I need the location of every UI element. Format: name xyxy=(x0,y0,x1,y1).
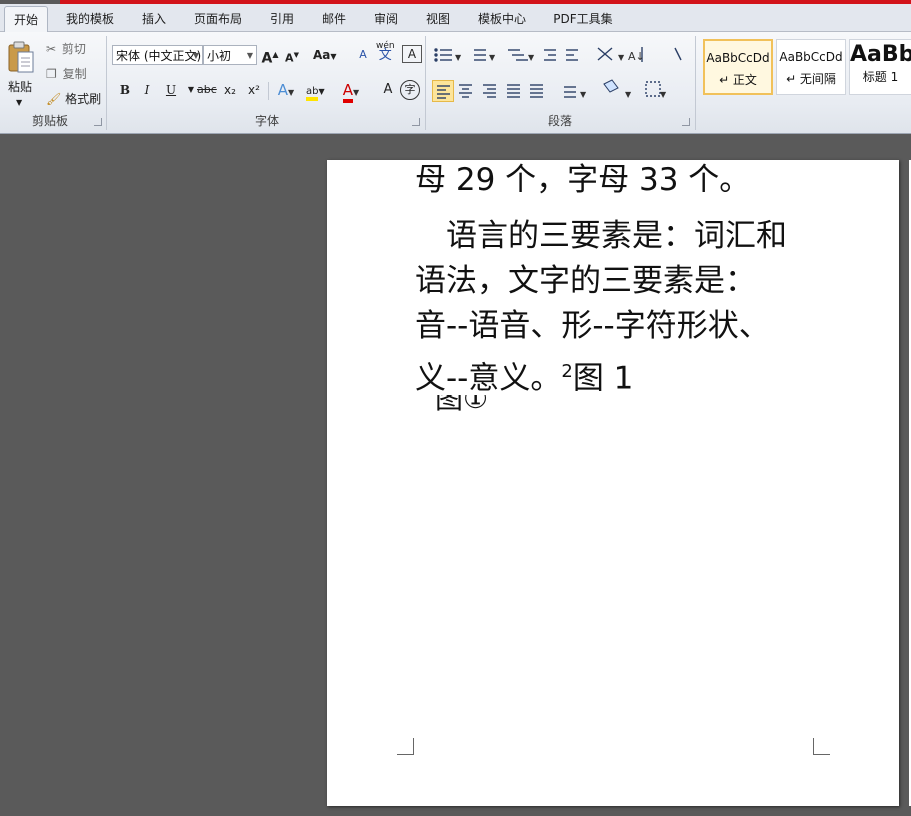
strikethrough-button[interactable]: abc xyxy=(197,80,217,100)
svg-text:▼: ▼ xyxy=(528,53,535,62)
tab-my-templates[interactable]: 我的模板 xyxy=(58,8,122,30)
superscript-button[interactable]: x² xyxy=(245,80,263,100)
tab-insert[interactable]: 插入 xyxy=(132,8,176,30)
crop-mark xyxy=(397,738,414,755)
svg-text:▼: ▼ xyxy=(660,90,667,99)
tab-home[interactable]: 开始 xyxy=(4,6,48,33)
svg-text:▼: ▼ xyxy=(455,53,462,62)
style-no-spacing[interactable]: AaBbCcDd ↵ 无间隔 xyxy=(776,39,846,95)
change-case-icon: Aa xyxy=(313,48,331,62)
italic-button[interactable]: I xyxy=(138,80,156,100)
svg-text:▼: ▼ xyxy=(625,90,632,99)
font-color-icon: A xyxy=(342,81,354,103)
tab-references[interactable]: 引用 xyxy=(260,8,304,30)
scissors-icon: ✂ xyxy=(46,42,57,56)
crop-mark xyxy=(813,738,830,755)
style-heading-1[interactable]: AaBb 标题 1 xyxy=(849,39,911,95)
figure-caption-clipped: 图① xyxy=(435,395,489,415)
clear-format-button[interactable]: A xyxy=(354,45,372,65)
tab-mailings[interactable]: 邮件 xyxy=(312,8,356,30)
font-color-button[interactable]: A▼ xyxy=(342,80,360,103)
enclose-char-button[interactable]: 字 xyxy=(400,80,420,100)
font-group-label: 字体 xyxy=(254,114,279,128)
paste-button[interactable]: 粘贴 ▼ xyxy=(4,38,38,110)
format-painter-label: 格式刷 xyxy=(65,92,102,106)
grow-font-button[interactable]: A▲ xyxy=(261,45,279,67)
chevron-down-icon: ▼ xyxy=(246,51,253,60)
brush-icon: 🖌 xyxy=(46,92,62,106)
highlight-icon: ab xyxy=(306,86,319,101)
copy-button[interactable]: ❐ 复制 xyxy=(46,65,87,83)
highlight-button[interactable]: ab▼ xyxy=(306,80,325,101)
format-painter-button[interactable]: 🖌 格式刷 xyxy=(46,90,101,108)
cut-button[interactable]: ✂ 剪切 xyxy=(46,40,86,58)
svg-text:▼: ▼ xyxy=(489,53,496,62)
font-size-value: 小初 xyxy=(207,49,232,63)
doc-line: 语法，文字的三要素是： xyxy=(415,263,756,299)
char-border-icon: A xyxy=(407,47,417,61)
svg-text:▼: ▼ xyxy=(580,90,587,99)
font-launcher-icon[interactable] xyxy=(412,118,420,126)
bold-button[interactable]: B xyxy=(116,80,134,100)
paragraph-launcher-icon[interactable] xyxy=(682,118,690,126)
style-name: ↵ 无间隔 xyxy=(786,72,836,86)
style-name: 标题 1 xyxy=(862,70,899,84)
style-name: ↵ 正文 xyxy=(719,73,757,87)
divider xyxy=(268,82,269,100)
tab-template-center[interactable]: 模板中心 xyxy=(470,8,534,30)
footnote-ref: 2 xyxy=(561,361,573,382)
font-name-combo[interactable]: 宋体 (中文正文) ▼ xyxy=(112,45,203,65)
phonetic-icon: 文 xyxy=(378,48,392,63)
chevron-down-icon: ▼ xyxy=(192,51,199,60)
shrink-font-button[interactable]: A▼ xyxy=(283,45,301,65)
alignment-icons xyxy=(459,84,543,98)
style-sample: AaBbCcDd xyxy=(779,50,843,64)
ribbon: 粘贴 ▼ ✂ 剪切 ❐ 复制 🖌 格式刷 剪贴板 宋体 (中文正文) ▼ 小初 … xyxy=(0,32,911,134)
clipboard-group-label: 剪贴板 xyxy=(31,114,68,128)
doc-line: 语言的三要素是：词汇和 xyxy=(415,218,787,254)
align-left-button[interactable] xyxy=(432,80,454,102)
font-size-combo[interactable]: 小初 ▼ xyxy=(203,45,257,65)
align-left-icon xyxy=(437,85,450,99)
chevron-down-icon: ▼ xyxy=(16,98,23,107)
svg-text:A↓: A↓ xyxy=(628,50,645,63)
clipboard-launcher-icon[interactable] xyxy=(94,118,102,126)
char-shading-button[interactable]: A xyxy=(379,80,397,100)
paragraph-group-label: 段落 xyxy=(547,114,572,128)
doc-paragraph: 语言的三要素是：词汇和 语法，文字的三要素是： 音--语音、形--字符形状、 义… xyxy=(415,214,835,401)
tab-view[interactable]: 视图 xyxy=(416,8,460,30)
style-normal[interactable]: AaBbCcDd ↵ 正文 xyxy=(703,39,773,95)
style-sample: AaBbCcDd xyxy=(706,51,770,65)
doc-line-top: 母 29 个，字母 33 个。 xyxy=(415,162,751,198)
text-effect-icon: A xyxy=(277,81,289,99)
tab-page-layout[interactable]: 页面布局 xyxy=(186,8,250,30)
text-effect-button[interactable]: A▼ xyxy=(277,80,295,100)
tab-pdf-tools[interactable]: PDF工具集 xyxy=(546,8,620,30)
doc-line: 音--语音、形--字符形状、 xyxy=(415,308,770,344)
figure-label: 图 1 xyxy=(572,360,634,397)
shrink-font-icon: A xyxy=(285,51,294,65)
ribbon-tab-bar: 开始 我的模板 插入 页面布局 引用 邮件 审阅 视图 模板中心 PDF工具集 xyxy=(0,4,911,33)
document-page[interactable]: 母 29 个，字母 33 个。 语言的三要素是：词汇和 语法，文字的三要素是： … xyxy=(327,160,899,806)
tab-review[interactable]: 审阅 xyxy=(364,8,408,30)
font-name-value: 宋体 (中文正文) xyxy=(116,49,202,63)
style-sample: AaBb xyxy=(850,42,911,67)
grow-font-icon: A xyxy=(261,50,273,67)
copy-label: 复制 xyxy=(62,67,87,81)
phonetic-guide-button[interactable]: wén 文 xyxy=(376,41,395,63)
copy-icon: ❐ xyxy=(46,67,57,81)
change-case-button[interactable]: Aa▼ xyxy=(313,45,337,65)
subscript-button[interactable]: x₂ xyxy=(221,80,239,100)
cut-label: 剪切 xyxy=(61,42,86,56)
paste-icon xyxy=(8,41,34,73)
doc-line: 义--意义。2图 1 xyxy=(415,360,634,397)
clear-format-icon: A xyxy=(359,48,367,61)
group-divider xyxy=(695,36,696,130)
group-divider xyxy=(106,36,107,130)
underline-button[interactable]: U xyxy=(162,80,180,100)
char-border-button[interactable]: A xyxy=(402,45,422,63)
svg-text:▼: ▼ xyxy=(618,53,625,62)
